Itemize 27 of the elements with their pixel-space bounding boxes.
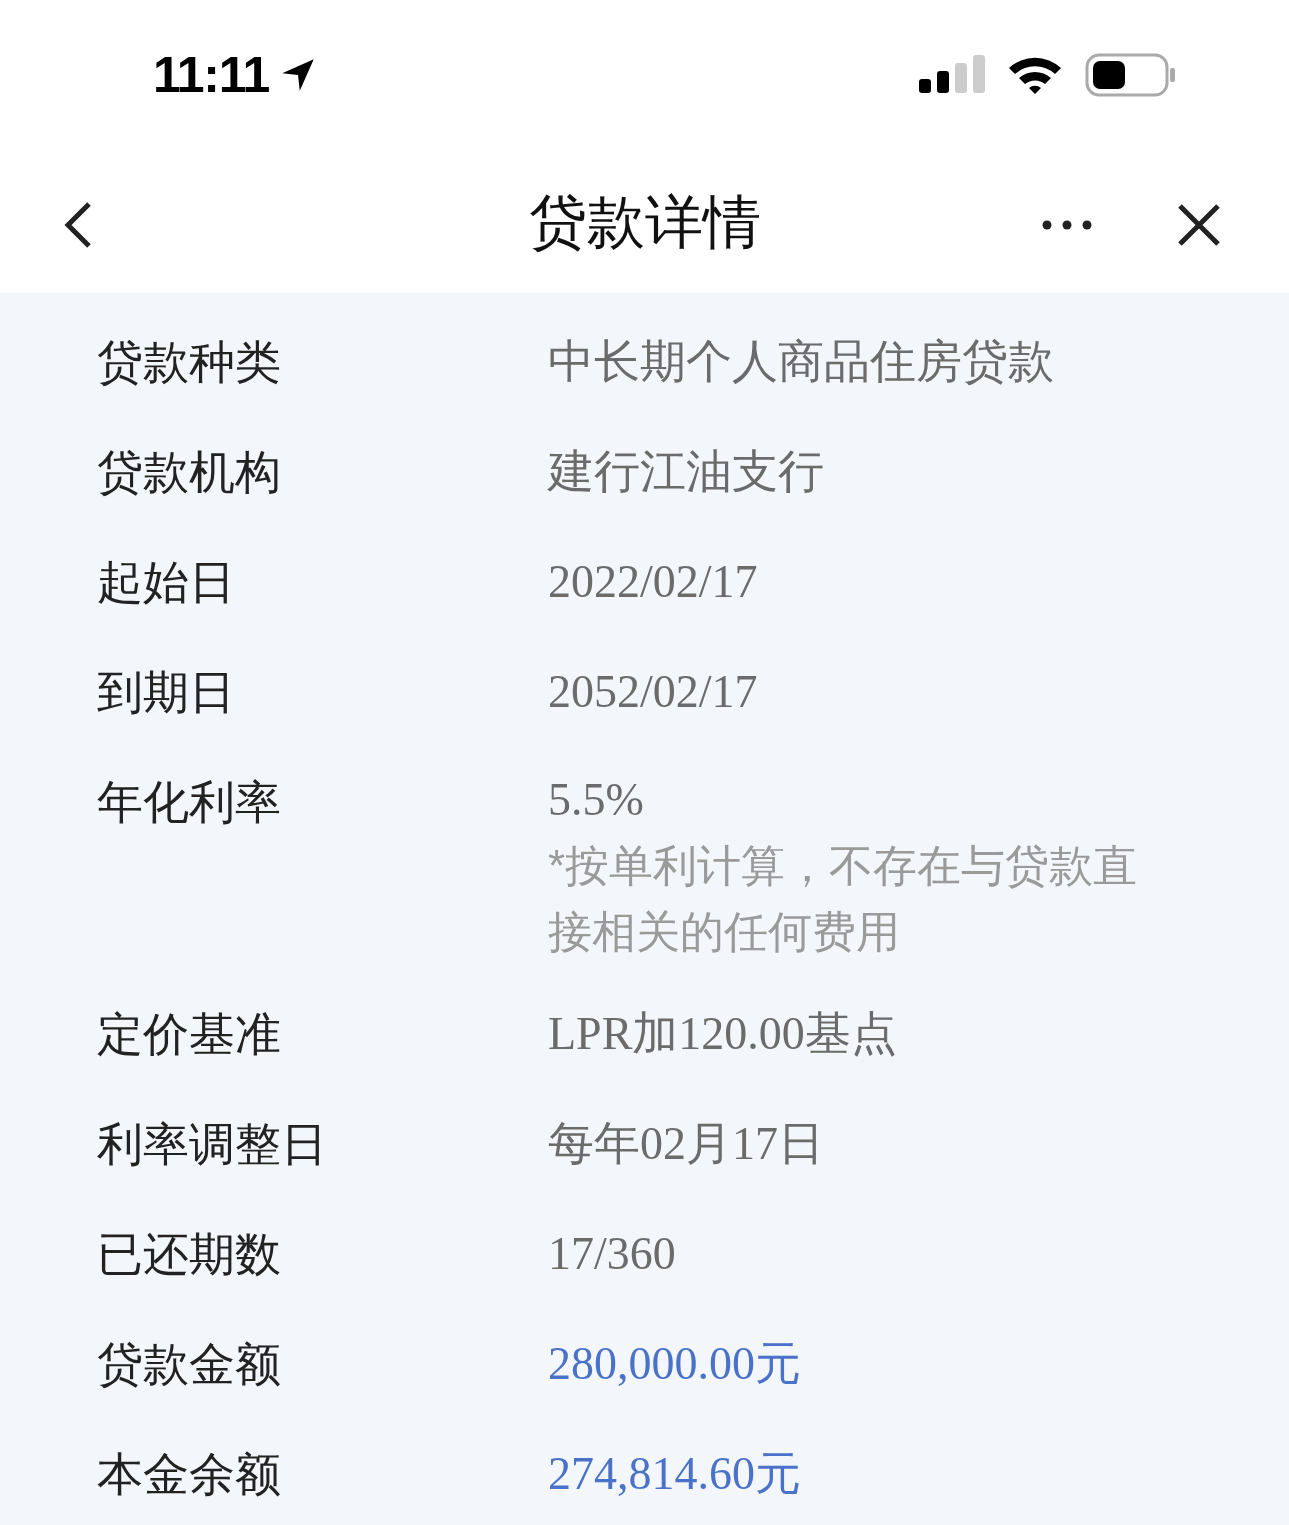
field-value: 17/360 xyxy=(548,1227,676,1281)
chevron-left-icon xyxy=(63,201,93,249)
field-value: 274,814.60元 xyxy=(548,1447,801,1501)
field-label: 本金余额 xyxy=(97,1447,282,1502)
field-value: 280,000.00元 xyxy=(548,1337,801,1391)
rate-note: *按单利计算，不存在与贷款直接相关的任何费用 xyxy=(548,840,1139,958)
page-title: 贷款详情 xyxy=(528,188,761,256)
field-value: 2052/02/17 xyxy=(548,665,758,719)
battery-icon xyxy=(1085,53,1177,97)
field-label: 年化利率 xyxy=(97,775,282,830)
field-label: 利率调整日 xyxy=(97,1117,328,1172)
field-value: 中长期个人商品住房贷款 xyxy=(548,335,1054,389)
more-icon xyxy=(1042,220,1092,230)
field-value: 每年02月17日 xyxy=(548,1117,824,1171)
field-label: 到期日 xyxy=(97,665,236,720)
field-value: LPR加120.00基点 xyxy=(548,1007,897,1061)
field-value: 5.5% xyxy=(548,773,645,827)
field-value: 2022/02/17 xyxy=(548,555,758,609)
close-icon xyxy=(1177,203,1221,247)
field-label: 贷款金额 xyxy=(97,1337,282,1392)
field-label: 起始日 xyxy=(97,555,236,610)
field-label: 已还期数 xyxy=(97,1227,282,1282)
field-value: 建行江油支行 xyxy=(548,445,824,499)
status-time: 11:11 xyxy=(153,45,270,105)
field-label: 贷款机构 xyxy=(97,445,282,500)
field-label: 定价基准 xyxy=(97,1007,282,1062)
field-label: 贷款种类 xyxy=(97,335,282,390)
